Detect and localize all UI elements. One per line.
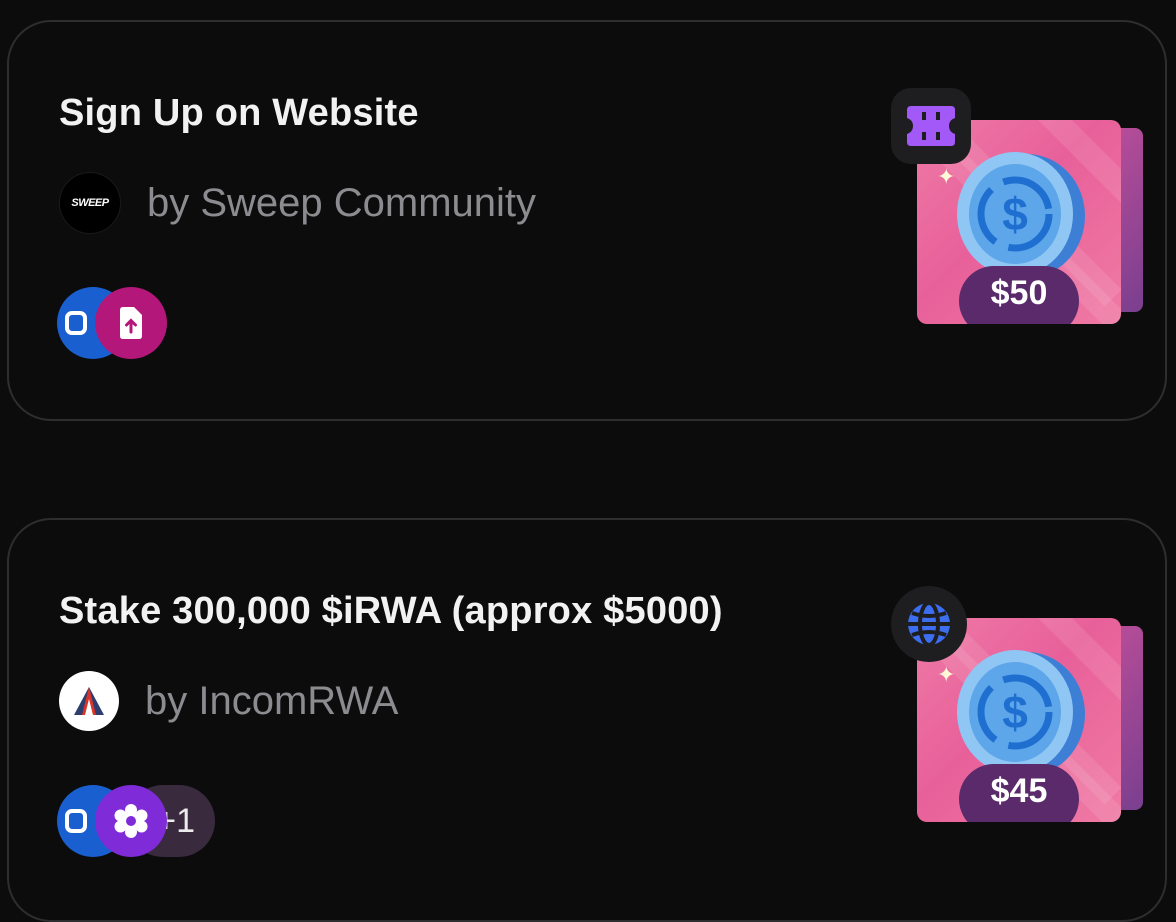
quest-card[interactable]: Stake 300,000 $iRWA (approx $5000) by In… <box>7 518 1167 922</box>
dollar-coin-icon: $ <box>957 152 1085 278</box>
author-name: by IncomRWA <box>145 678 399 723</box>
quest-title: Stake 300,000 $iRWA (approx $5000) <box>59 590 723 632</box>
ticket-icon <box>891 88 971 164</box>
author-avatar <box>59 671 119 731</box>
reward-card[interactable]: ✦ ✦ $ $45 <box>883 586 1153 826</box>
author-avatar: SWEEP <box>59 172 121 234</box>
quest-card[interactable]: Sign Up on Website SWEEP by Sweep Commun… <box>7 20 1167 421</box>
reward-amount: $50 <box>959 266 1079 324</box>
author-name: by Sweep Community <box>147 180 537 225</box>
dollar-coin-icon: $ <box>957 650 1085 776</box>
quest-author: SWEEP by Sweep Community <box>59 172 536 234</box>
author-avatar-logo: SWEEP <box>71 197 109 209</box>
quest-author: by IncomRWA <box>59 670 398 732</box>
reward-amount: $45 <box>959 764 1079 822</box>
globe-icon <box>891 586 967 662</box>
file-upload-icon <box>95 287 167 359</box>
svg-text:$: $ <box>1002 686 1028 738</box>
quest-title: Sign Up on Website <box>59 92 419 134</box>
gear-icon <box>95 785 167 857</box>
svg-text:$: $ <box>1002 188 1028 240</box>
reward-card[interactable]: ✦ ✦ $ $50 <box>883 88 1153 328</box>
incom-logo-icon <box>74 687 104 715</box>
